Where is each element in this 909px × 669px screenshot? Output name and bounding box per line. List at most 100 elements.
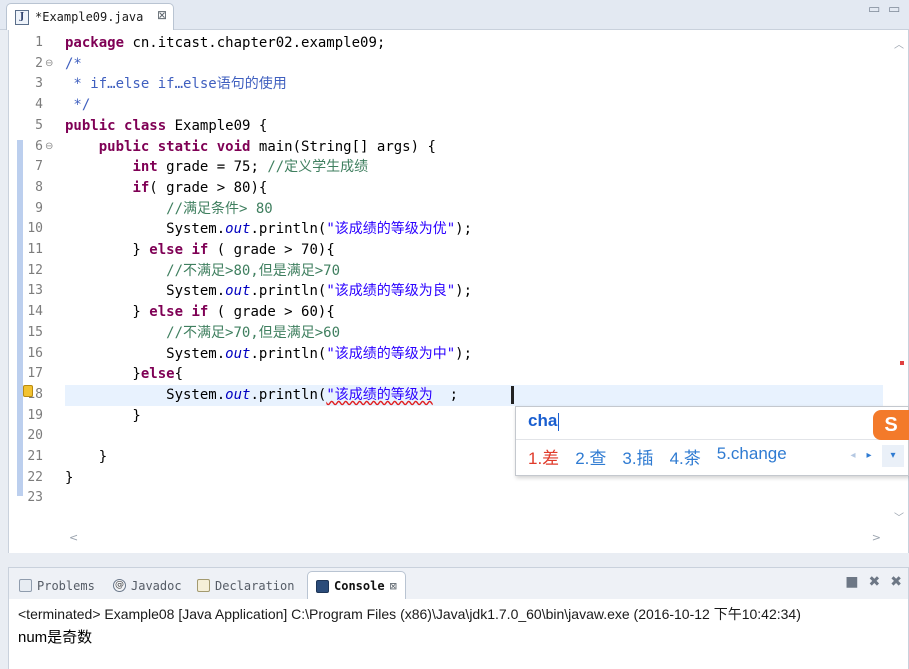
code-token: /* [65,55,82,72]
code-line[interactable]: System.out.println("该成绩的等级为中"); [65,344,883,365]
view-tab-bar: Problems @ Javadoc Declaration Console ⊠… [8,567,909,600]
ime-candidate[interactable]: 3.插 [622,444,653,470]
code-line[interactable]: public static void main(String[] args) { [65,137,883,158]
code-token: out [225,345,251,362]
code-token: void [216,138,251,155]
line-number: 5 [35,117,43,133]
problems-icon [19,579,32,592]
remove-launch-icon[interactable]: ✖ [869,574,881,590]
code-line[interactable]: System.out.println("该成绩的等级为良"); [65,281,883,302]
scroll-down-icon[interactable]: ﹀ [894,509,904,524]
code-token: } [65,469,74,486]
editor-tab-title: *Example09.java [35,10,144,24]
code-token: ); [455,283,473,300]
code-token: * if…else if…else语句的使用 [65,76,287,93]
code-token: } [65,242,150,258]
line-number: 23 [27,490,43,506]
code-line[interactable]: package cn.itcast.chapter02.example09; [65,33,883,54]
ime-prev-page-icon[interactable]: ◂ [846,447,860,465]
code-token: out [225,283,251,300]
line-number: 1 [35,35,43,50]
code-line[interactable]: //不满足>70,但是满足>60 [65,323,883,344]
code-line[interactable]: } else if ( grade > 70){ [65,240,883,261]
tab-problems[interactable]: Problems [11,571,103,600]
error-overview-marker[interactable] [900,361,904,365]
ime-candidate-list: 1.差 2.查 3.插 4.茶 5.change [528,444,803,470]
fold-toggle-icon[interactable]: ⊖ [45,54,53,75]
tab-console[interactable]: Console ⊠ [307,571,406,600]
code-token: else [149,242,184,258]
code-token: public [65,117,116,134]
tab-declaration[interactable]: Declaration [189,571,302,600]
minimize-icon[interactable]: ▭ [868,2,880,17]
code-line[interactable]: public class Example09 { [65,116,883,137]
ime-candidate[interactable]: 2.查 [575,444,606,470]
code-line[interactable]: int grade = 75; //定义学生成绩 [65,157,883,178]
ime-expand-icon[interactable]: ▾ [882,445,904,467]
code-line[interactable]: } else if ( grade > 60){ [65,302,883,323]
warning-icon[interactable] [23,385,33,397]
horizontal-scrollbar[interactable]: < > [65,530,885,548]
ime-next-page-icon[interactable]: ▸ [862,447,876,465]
close-icon[interactable]: ⊠ [390,579,397,593]
tab-javadoc[interactable]: @ Javadoc [105,571,190,600]
code-token: .println( [250,221,327,238]
editor-tab-example09[interactable]: J *Example09.java ⊠ [6,3,174,30]
code-token: main(String[] args) { [250,138,436,155]
ime-candidate[interactable]: 5.change [717,444,787,470]
line-number: 4 [35,97,43,113]
console-launch-description: <terminated> Example08 [Java Application… [18,606,801,622]
code-line[interactable]: //满足条件> 80 [65,199,883,220]
code-line[interactable]: * if…else if…else语句的使用 [65,74,883,95]
code-line[interactable]: System.out.println("该成绩的等级为优"); [65,219,883,240]
terminate-icon[interactable]: ■ [845,574,858,590]
code-token: } [65,366,141,383]
java-file-icon: J [15,10,29,25]
code-token: ( grade > 60){ [208,304,335,321]
ime-candidate[interactable]: 1.差 [528,444,559,470]
scroll-right-icon[interactable]: > [872,531,881,544]
code-token: } [65,449,108,465]
code-token: ; [432,386,459,403]
line-number: 19 [27,407,43,423]
code-token: if [191,304,209,321]
code-token: if [132,179,150,196]
ime-candidate[interactable]: 4.茶 [670,444,701,470]
code-line[interactable]: System.out.println("该成绩的等级为 ; [65,384,883,406]
line-number: 9 [35,200,43,216]
code-line[interactable]: }else{ [65,364,883,385]
sogou-ime-logo-icon[interactable]: S [873,410,909,440]
line-number: 11 [27,242,43,257]
scroll-up-icon[interactable]: ︿ [894,36,904,51]
code-token: if [191,242,209,258]
code-token: //不满足>70,但是满足>60 [166,324,341,341]
code-token: //定义学生成绩 [267,159,369,176]
code-line[interactable] [65,488,883,509]
panel-separator [0,553,909,567]
code-token: .println( [250,386,327,403]
line-number: 20 [27,428,43,444]
editor-tab-bar: J *Example09.java ⊠ ▭ ▭ [0,0,909,30]
code-line[interactable]: //不满足>80,但是满足>70 [65,261,883,282]
code-token: cn.itcast.chapter02.example09; [124,35,386,51]
remove-all-launches-icon[interactable]: ✖ [890,574,902,590]
code-token: package [65,35,125,51]
code-token: System. [65,345,226,362]
ime-divider [516,439,908,440]
code-token: */ [65,97,91,114]
ime-candidate-popup: cha 1.差 2.查 3.插 4.茶 5.change ◂ ▸ ▾ [515,406,909,476]
code-line[interactable]: */ [65,95,883,116]
console-panel[interactable]: <terminated> Example08 [Java Application… [8,599,909,669]
scroll-left-icon[interactable]: < [69,531,78,544]
code-line[interactable]: if( grade > 80){ [65,178,883,199]
declaration-icon [197,579,210,592]
close-icon[interactable]: ⊠ [157,8,167,22]
fold-toggle-icon[interactable]: ⊖ [45,137,53,158]
code-token: else [149,304,184,321]
code-line[interactable]: /* [65,54,883,75]
maximize-icon[interactable]: ▭ [888,2,900,17]
